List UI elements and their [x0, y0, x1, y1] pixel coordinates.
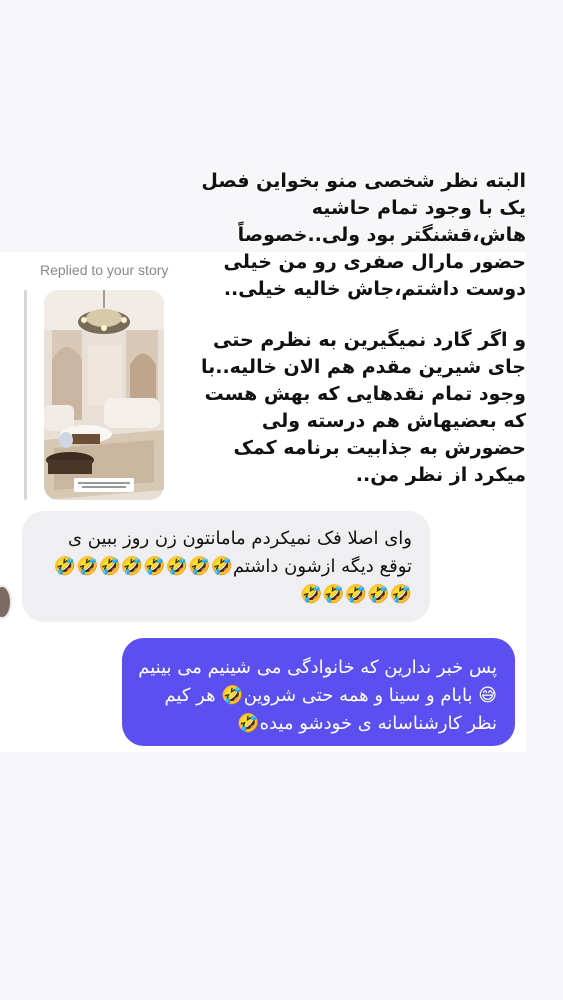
story-caption: البته نظر شخصی منو بخواین فصل یک با وجود…	[200, 168, 526, 489]
chat-screen: Replied to your story البته نظر شخصی منو…	[0, 0, 563, 1000]
incoming-message-bubble[interactable]: وای اصلا فک نمیکردم مامانتون زن روز ببین…	[22, 511, 430, 622]
story-caption-paragraph-2: و اگر گارد نمیگیرین به نظرم حتی جای شیری…	[200, 329, 526, 486]
outgoing-message-text: پس خبر ندارین که خانوادگی می شینیم می بی…	[138, 657, 497, 734]
reply-indicator-bar	[24, 290, 27, 500]
living-room-image	[44, 290, 164, 500]
story-thumbnail[interactable]	[44, 290, 164, 500]
story-caption-paragraph-1: البته نظر شخصی منو بخواین فصل یک با وجود…	[201, 170, 526, 300]
replied-to-story-label: Replied to your story	[40, 262, 169, 278]
incoming-message-text: وای اصلا فک نمیکردم مامانتون زن روز ببین…	[53, 528, 412, 605]
outgoing-message-bubble[interactable]: پس خبر ندارین که خانوادگی می شینیم می بی…	[122, 638, 515, 746]
